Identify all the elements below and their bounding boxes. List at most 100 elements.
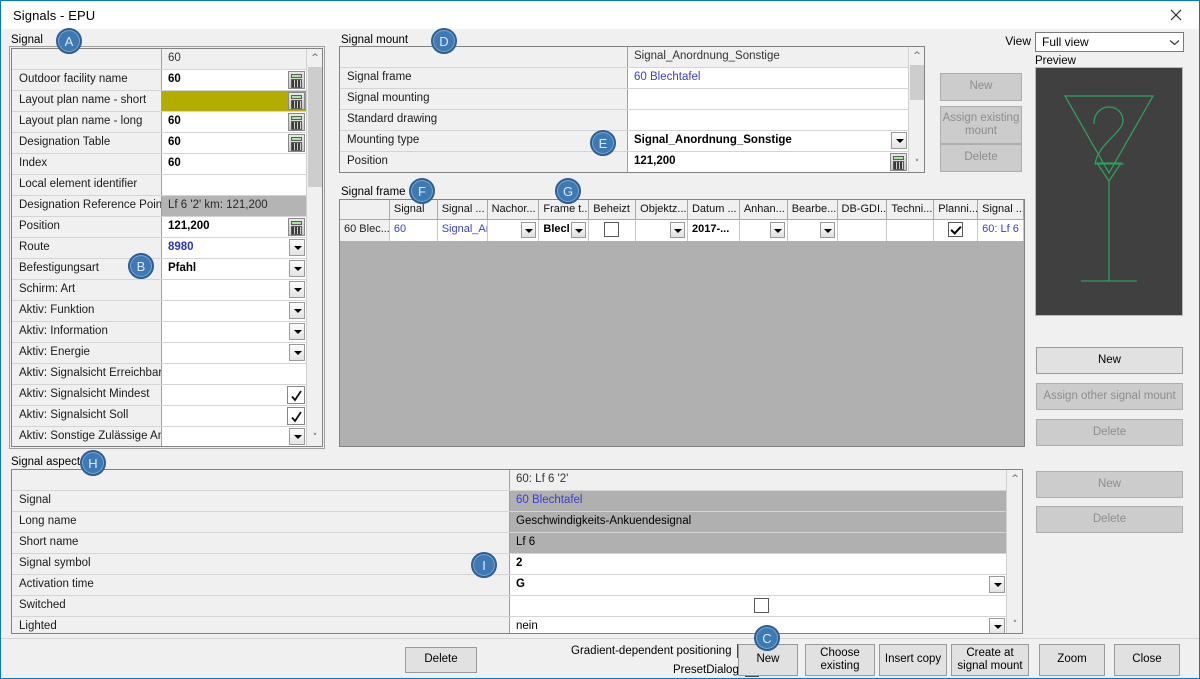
- row-value[interactable]: [510, 596, 1006, 616]
- scroll-thumb[interactable]: [910, 65, 924, 100]
- row-value[interactable]: 8980: [162, 238, 306, 258]
- column-header[interactable]: Planni...: [934, 200, 979, 220]
- table-row[interactable]: Aktiv: Signalsicht Erreichbar: [12, 364, 306, 385]
- footer-zoom-button[interactable]: Zoom: [1039, 644, 1105, 676]
- table-cell[interactable]: [589, 220, 637, 241]
- footer-create-at-signal-mount-button[interactable]: Create at signal mount: [951, 644, 1029, 676]
- column-header[interactable]: Datum ...: [687, 200, 740, 220]
- signal-frame-new-button[interactable]: New: [1036, 347, 1183, 374]
- table-cell[interactable]: [837, 220, 888, 241]
- scroll-down-icon[interactable]: ˅: [307, 429, 322, 446]
- view-select[interactable]: Full view: [1035, 32, 1184, 52]
- chevron-down-icon[interactable]: [571, 222, 587, 238]
- row-value[interactable]: Lf 6 '2' km: 121,200: [162, 196, 306, 216]
- column-header[interactable]: Techni...: [887, 200, 935, 220]
- chevron-down-icon[interactable]: [289, 239, 305, 256]
- row-value[interactable]: [162, 175, 306, 195]
- table-cell[interactable]: 60 Blec...: [340, 220, 390, 241]
- table-row[interactable]: Aktiv: Energie: [12, 343, 306, 364]
- table-cell[interactable]: 2017-...: [687, 220, 740, 241]
- calculator-icon[interactable]: [288, 218, 305, 236]
- table-row[interactable]: Outdoor facility name 60: [12, 70, 306, 91]
- vertical-scrollbar[interactable]: ^ ˅: [908, 47, 924, 172]
- table-row[interactable]: Designation Reference Point Lf 6 '2' km: …: [12, 196, 306, 217]
- row-checkbox[interactable]: [754, 598, 769, 613]
- row-value[interactable]: [162, 301, 306, 321]
- chevron-down-icon[interactable]: [289, 260, 305, 277]
- row-value[interactable]: [162, 406, 306, 426]
- column-header[interactable]: Beheizt: [589, 200, 637, 220]
- row-value[interactable]: [628, 89, 908, 109]
- vertical-scrollbar[interactable]: ^ ˅: [1006, 470, 1022, 633]
- table-row[interactable]: Standard drawing: [340, 110, 908, 131]
- chevron-down-icon[interactable]: [289, 302, 305, 319]
- chevron-down-icon[interactable]: [521, 222, 537, 238]
- row-value[interactable]: [162, 427, 306, 446]
- row-value[interactable]: 60: [162, 133, 306, 153]
- table-row[interactable]: Long name Geschwindigkeits-Ankuendesignal: [12, 512, 1006, 533]
- chevron-down-icon[interactable]: [891, 132, 907, 149]
- signal-frame-table[interactable]: Signal Signal ... Nachor... Frame t... Behei…: [339, 199, 1025, 447]
- checkmark-icon[interactable]: [287, 386, 305, 404]
- column-header[interactable]: Bearbe...: [787, 200, 838, 220]
- scroll-up-icon[interactable]: ^: [909, 47, 924, 64]
- table-row[interactable]: Layout plan name - short: [12, 91, 306, 112]
- footer-close-button[interactable]: Close: [1114, 644, 1180, 676]
- calculator-icon[interactable]: [288, 92, 305, 110]
- column-header[interactable]: DB-GDI...: [837, 200, 888, 220]
- table-row[interactable]: Route 8980: [12, 238, 306, 259]
- calculator-icon[interactable]: [288, 71, 305, 89]
- table-cell[interactable]: Blecl: [539, 220, 590, 241]
- row-value[interactable]: [162, 322, 306, 342]
- table-row[interactable]: Signal 60 Blechtafel: [12, 491, 1006, 512]
- gradient-dependent-positioning-row[interactable]: Gradient-dependent positioning: [571, 644, 752, 658]
- scroll-thumb[interactable]: [308, 67, 322, 187]
- row-value[interactable]: Pfahl: [162, 259, 306, 279]
- scroll-up-icon[interactable]: ^: [1007, 470, 1022, 487]
- calculator-icon[interactable]: [288, 113, 305, 131]
- table-row[interactable]: Local element identifier: [12, 175, 306, 196]
- signal-mount-property-grid[interactable]: Signal_Anordnung_Sonstige Signal frame 60 …: [339, 46, 925, 173]
- signal-property-grid[interactable]: 60 Outdoor facility name 60 Layout plan nam…: [11, 48, 323, 447]
- table-row[interactable]: Signal frame 60 Blechtafel: [340, 68, 908, 89]
- row-value[interactable]: [162, 385, 306, 405]
- column-header[interactable]: Signal ...: [437, 200, 488, 220]
- row-value[interactable]: 60 Blechtafel: [628, 68, 908, 88]
- table-row[interactable]: Short name Lf 6: [12, 533, 1006, 554]
- table-row[interactable]: Switched: [12, 596, 1006, 617]
- table-row[interactable]: Designation Table 60: [12, 133, 306, 154]
- scroll-down-icon[interactable]: ˅: [1007, 616, 1022, 633]
- footer-delete-button[interactable]: Delete: [405, 647, 477, 673]
- table-row[interactable]: Signal mounting: [340, 89, 908, 110]
- row-value[interactable]: Lf 6: [510, 533, 1006, 553]
- row-value[interactable]: 60: [162, 154, 306, 174]
- column-header[interactable]: Signal: [389, 200, 438, 220]
- row-value[interactable]: 60: [162, 112, 306, 132]
- signal-aspect-property-grid[interactable]: 60: Lf 6 '2' Signal 60 Blechtafel Long name…: [11, 469, 1023, 634]
- table-row[interactable]: Aktiv: Signalsicht Soll: [12, 406, 306, 427]
- table-row[interactable]: Mounting type Signal_Anordnung_Sonstige: [340, 131, 908, 152]
- column-header[interactable]: Nachor...: [487, 200, 540, 220]
- table-row[interactable]: Aktiv: Information: [12, 322, 306, 343]
- row-value[interactable]: [162, 343, 306, 363]
- table-row[interactable]: Schirm: Art: [12, 280, 306, 301]
- chevron-down-icon[interactable]: [989, 618, 1005, 633]
- scroll-up-icon[interactable]: ^: [307, 49, 322, 66]
- row-value[interactable]: Geschwindigkeits-Ankuendesignal: [510, 512, 1006, 532]
- checkmark-icon[interactable]: [287, 407, 305, 425]
- chevron-down-icon[interactable]: [989, 576, 1005, 593]
- table-row[interactable]: Befestigungsart Pfahl: [12, 259, 306, 280]
- row-value[interactable]: 60 Blechtafel: [510, 491, 1006, 511]
- table-cell[interactable]: [487, 220, 540, 241]
- row-value[interactable]: Signal_Anordnung_Sonstige: [628, 131, 908, 151]
- table-row[interactable]: Aktiv: Signalsicht Mindest: [12, 385, 306, 406]
- table-cell[interactable]: [787, 220, 838, 241]
- column-header[interactable]: [340, 200, 390, 220]
- row-value[interactable]: [162, 364, 306, 384]
- table-cell[interactable]: [887, 220, 935, 241]
- calculator-icon[interactable]: [288, 134, 305, 152]
- row-value[interactable]: G: [510, 575, 1006, 595]
- footer-choose-existing-button[interactable]: Choose existing: [805, 644, 875, 676]
- table-row[interactable]: Position 121,200: [340, 152, 908, 172]
- table-cell[interactable]: [739, 220, 788, 241]
